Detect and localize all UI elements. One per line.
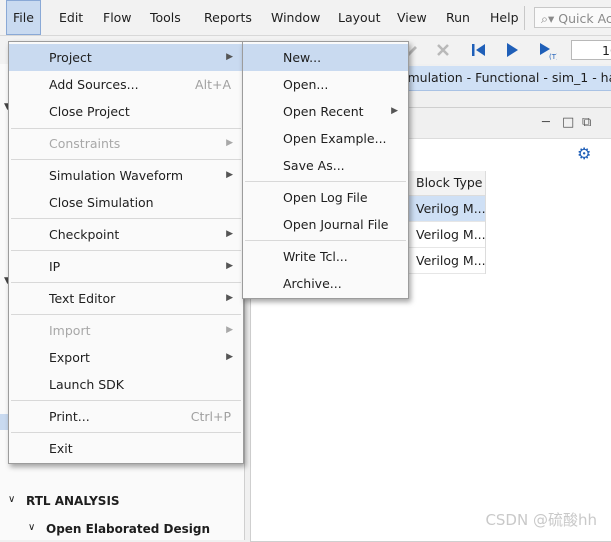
submenu-arrow-icon: ▶ [226,170,233,180]
cancel-icon[interactable] [433,40,453,60]
menu-flow[interactable]: Flow [97,0,138,35]
menu-divider [11,159,241,160]
run-time-input[interactable]: 10 [571,40,611,60]
submenu-arrow-icon: ▶ [226,138,233,148]
submenu-arrow-icon: ▶ [226,352,233,362]
menu-item-text-editor[interactable]: Text Editor ▶ [9,285,243,312]
menu-divider [11,432,241,433]
restart-icon[interactable] [469,40,489,60]
menu-item-close-project[interactable]: Close Project [9,98,243,125]
menu-item-open-example[interactable]: Open Example... [243,125,408,152]
minimize-icon[interactable]: ─ [542,115,550,130]
menu-bar: File Edit Flow Tools Reports Window Layo… [0,0,611,36]
menu-item-ip[interactable]: IP ▶ [9,253,243,280]
submenu-arrow-icon: ▶ [391,106,398,116]
project-submenu: New... Open... Open Recent ▶ Open Example… [242,41,409,299]
menu-item-simulation-waveform[interactable]: Simulation Waveform ▶ [9,162,243,189]
menu-item-exit[interactable]: Exit [9,435,243,462]
menu-divider [11,282,241,283]
maximize-icon[interactable]: □ [562,115,574,130]
table-row[interactable]: Verilog M... [407,222,485,248]
submenu-arrow-icon: ▶ [226,261,233,271]
float-icon[interactable]: ⧉ [582,115,591,130]
run-all-icon[interactable] [502,40,522,60]
quick-access-search[interactable]: ⌕▾ Quick Acc [534,7,611,28]
menu-reports[interactable]: Reports [198,0,258,35]
menu-item-save-as[interactable]: Save As... [243,152,408,179]
open-elaborated-design[interactable]: Open Elaborated Design [46,522,210,536]
search-icon: ⌕▾ [541,11,555,26]
menu-divider [11,250,241,251]
menu-item-add-sources[interactable]: Add Sources... Alt+A [9,71,243,98]
menu-divider [11,218,241,219]
rtl-analysis-section[interactable]: RTL ANALYSIS [26,494,120,508]
menu-divider [245,181,406,182]
table-row[interactable]: Verilog M... [407,196,485,222]
menu-item-open-recent[interactable]: Open Recent ▶ [243,98,408,125]
expand-chevron-icon[interactable]: ∨ [8,494,15,505]
submenu-arrow-icon: ▶ [226,52,233,62]
menu-item-archive[interactable]: Archive... [243,270,408,297]
submenu-arrow-icon: ▶ [226,293,233,303]
menu-item-constraints: Constraints ▶ [9,130,243,157]
menu-divider [245,240,406,241]
menu-item-import: Import ▶ [9,317,243,344]
submenu-arrow-icon: ▶ [226,325,233,335]
menu-divider [11,314,241,315]
menu-item-checkpoint[interactable]: Checkpoint ▶ [9,221,243,248]
svg-text:(T): (T) [549,53,557,60]
menu-divider [11,400,241,401]
block-type-table: Block Type Verilog M... Verilog M... Ver… [406,171,486,274]
menu-view[interactable]: View [391,0,433,35]
gear-icon[interactable]: ⚙ [577,144,591,163]
menu-item-launch-sdk[interactable]: Launch SDK [9,371,243,398]
menu-layout[interactable]: Layout [332,0,387,35]
menu-item-print[interactable]: Print... Ctrl+P [9,403,243,430]
menu-tools[interactable]: Tools [144,0,187,35]
menu-help[interactable]: Help [484,0,525,35]
file-menu: Project ▶ Add Sources... Alt+A Close Proje… [8,41,244,464]
menu-file[interactable]: File [6,0,41,35]
menu-item-export[interactable]: Export ▶ [9,344,243,371]
menubar-divider [524,6,525,30]
menu-item-close-simulation[interactable]: Close Simulation [9,189,243,216]
menu-divider [11,128,241,129]
watermark: CSDN @硫酸hh [485,511,597,529]
simulation-tab[interactable]: imulation - Functional - sim_1 - half_a [392,66,611,91]
expand-chevron-icon[interactable]: ∨ [28,522,35,533]
menu-item-write-tcl[interactable]: Write Tcl... [243,243,408,270]
run-for-icon[interactable]: (T) [537,40,557,60]
table-row[interactable]: Verilog M... [407,248,485,274]
menu-item-open-log-file[interactable]: Open Log File [243,184,408,211]
selection-marker [0,414,8,430]
menu-item-project[interactable]: Project ▶ [9,44,243,71]
submenu-arrow-icon: ▶ [226,229,233,239]
menu-edit[interactable]: Edit [53,0,89,35]
menu-item-open[interactable]: Open... [243,71,408,98]
menu-window[interactable]: Window [265,0,326,35]
menu-item-open-journal-file[interactable]: Open Journal File [243,211,408,238]
menu-run[interactable]: Run [440,0,476,35]
table-header[interactable]: Block Type [407,171,485,196]
menu-item-new[interactable]: New... [243,44,408,71]
